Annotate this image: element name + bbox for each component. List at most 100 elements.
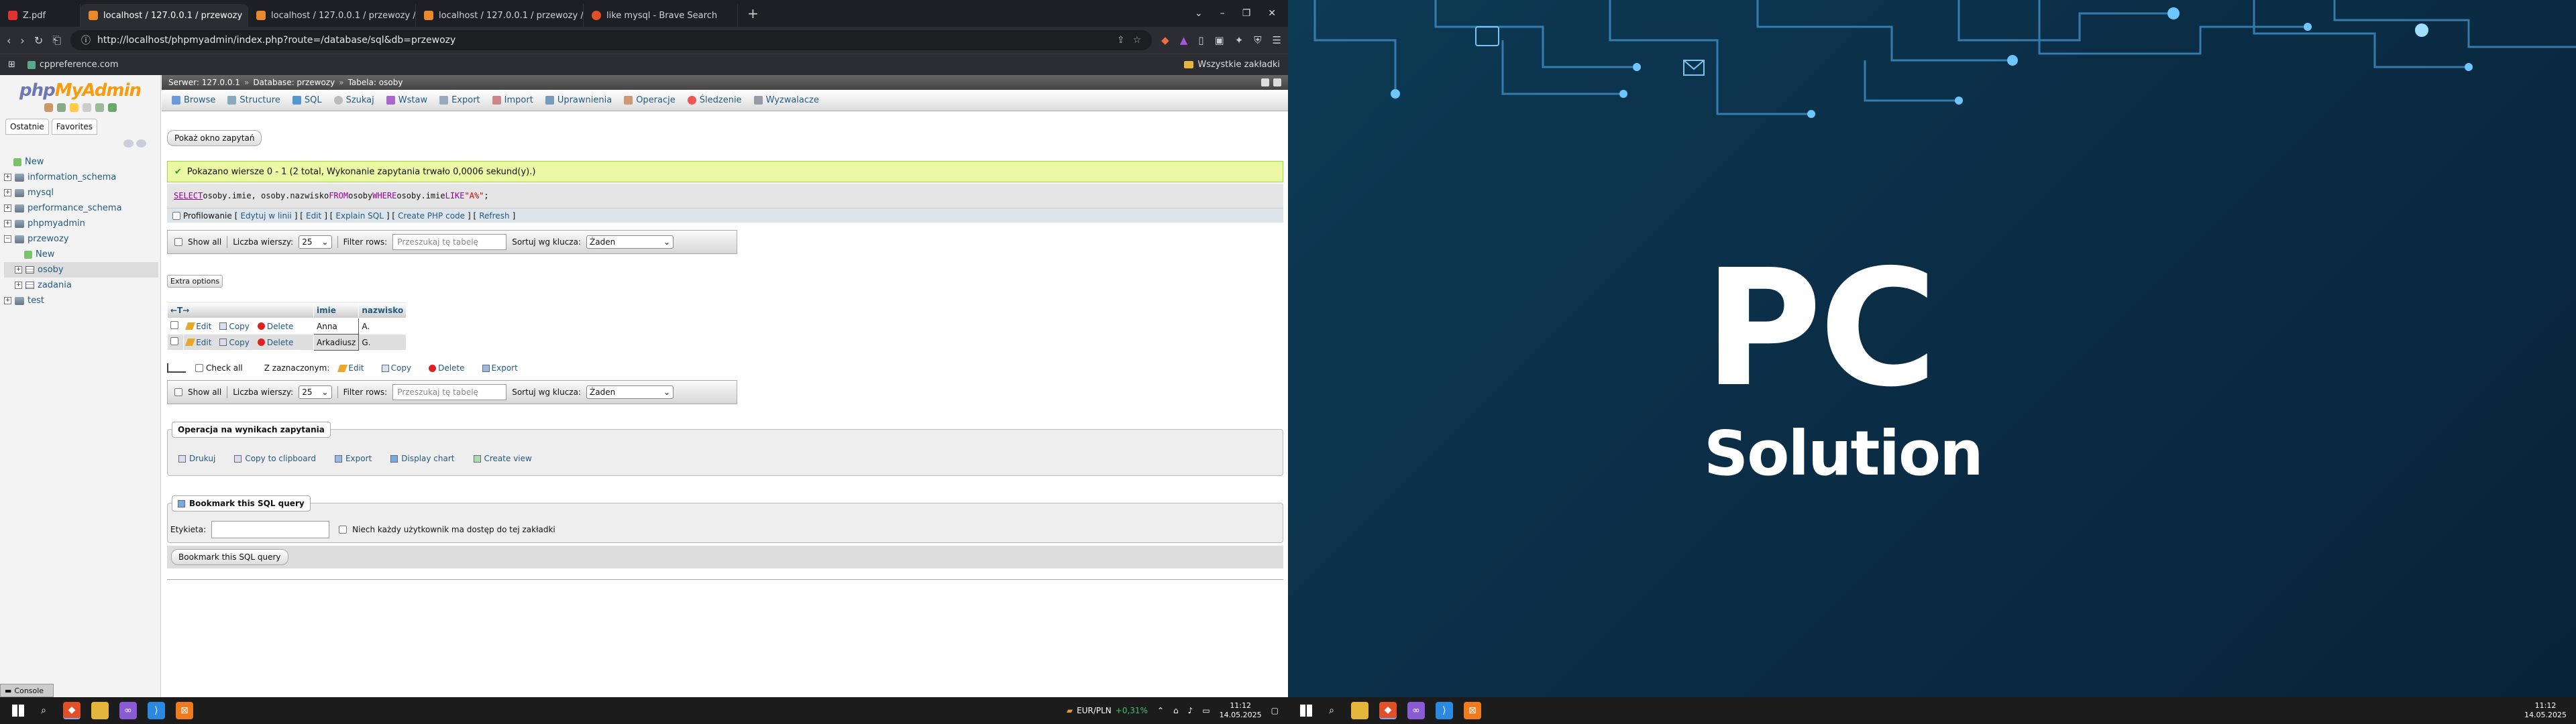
- vscode-icon[interactable]: ⟩: [1436, 702, 1453, 719]
- bookmark-query-button[interactable]: Bookmark this SQL query: [171, 549, 288, 565]
- start-icon[interactable]: [1300, 705, 1312, 717]
- tab-operations[interactable]: Operacje: [618, 90, 682, 111]
- tab-pma-active[interactable]: localhost / 127.0.0.1 / przewozy ✕: [80, 4, 248, 27]
- tab-privileges[interactable]: Uprawnienia: [539, 90, 618, 111]
- edit-inline-link[interactable]: Edytuj w linii: [240, 211, 291, 221]
- currency-widget[interactable]: ▰ EUR/PLN +0,31%: [1067, 706, 1148, 715]
- export-button[interactable]: Export: [334, 454, 372, 463]
- bookmark-cppreference[interactable]: cppreference.com: [27, 60, 119, 70]
- tree-item-phpmyadmin[interactable]: + phpmyadmin: [4, 216, 158, 231]
- breadcrumb-server[interactable]: Serwer: 127.0.0.1: [168, 78, 240, 87]
- column-toggle-header[interactable]: ←T→: [167, 302, 314, 318]
- logout-icon[interactable]: [56, 103, 66, 112]
- cell-nazwisko[interactable]: G.: [358, 334, 407, 351]
- collapse-icon[interactable]: −: [4, 235, 11, 243]
- brave-shield-icon[interactable]: ◆: [1161, 34, 1169, 46]
- wallet-icon[interactable]: ▣: [1215, 34, 1224, 46]
- copy-clipboard-button[interactable]: Copy to clipboard: [234, 454, 316, 463]
- bookmark-everyone-checkbox[interactable]: [339, 526, 347, 534]
- create-view-button[interactable]: Create view: [473, 454, 532, 463]
- expand-icon[interactable]: +: [15, 282, 22, 289]
- expand-icon[interactable]: +: [15, 266, 22, 274]
- link-with-main-icon[interactable]: [136, 139, 146, 147]
- tree-item-test[interactable]: + test: [4, 293, 158, 308]
- profiling-checkbox[interactable]: [172, 211, 180, 220]
- delete-row-button[interactable]: Delete: [257, 322, 293, 331]
- back-icon[interactable]: ‹: [7, 34, 11, 47]
- breadcrumb-table[interactable]: Tabela: osoby: [348, 78, 403, 87]
- tab-favorites[interactable]: Favorites: [51, 119, 98, 135]
- copy-row-button[interactable]: Copy: [219, 322, 250, 331]
- tab-z-pdf[interactable]: Z.pdf: [0, 4, 80, 27]
- edit-link[interactable]: Edit: [306, 211, 321, 221]
- start-icon[interactable]: [12, 705, 24, 717]
- row-checkbox[interactable]: [170, 337, 178, 345]
- taskbar-clock[interactable]: 11:12 14.05.2025: [2524, 701, 2567, 720]
- column-header-imie[interactable]: imie: [313, 302, 360, 318]
- bulk-delete-button[interactable]: Delete: [429, 363, 465, 373]
- battery-icon[interactable]: ▭: [1202, 706, 1210, 715]
- brave-rewards-icon[interactable]: ▲: [1180, 34, 1188, 46]
- phpmyadmin-logo[interactable]: phpMyAdmin: [0, 75, 160, 101]
- expand-icon[interactable]: +: [4, 220, 11, 227]
- delete-row-button[interactable]: Delete: [257, 338, 293, 347]
- bookmark-icon[interactable]: ⎗: [52, 34, 61, 47]
- copy-row-button[interactable]: Copy: [219, 338, 250, 347]
- tab-sql[interactable]: SQL: [286, 90, 328, 111]
- xampp-icon[interactable]: ⊠: [176, 702, 193, 719]
- vpn-icon[interactable]: ⛨: [1254, 34, 1261, 46]
- search-icon[interactable]: ⌕: [1323, 702, 1340, 719]
- reload-icon[interactable]: ↻: [34, 34, 43, 47]
- tab-structure[interactable]: Structure: [221, 90, 286, 111]
- file-explorer-icon[interactable]: [1351, 702, 1368, 719]
- settings-icon[interactable]: [95, 103, 104, 112]
- search-icon[interactable]: ⌕: [35, 702, 52, 719]
- docs-icon[interactable]: [82, 103, 91, 112]
- file-explorer-icon[interactable]: [91, 702, 109, 719]
- close-window-icon[interactable]: ✕: [1268, 8, 1276, 19]
- bulk-edit-button[interactable]: Edit: [337, 363, 364, 373]
- extra-options-button[interactable]: Extra options: [167, 275, 223, 288]
- bulk-copy-button[interactable]: Copy: [381, 363, 411, 373]
- all-bookmarks-folder[interactable]: Wszystkie zakładki: [1184, 60, 1280, 70]
- edit-row-button[interactable]: Edit: [185, 338, 211, 347]
- forward-icon[interactable]: ›: [20, 34, 24, 47]
- taskbar-clock[interactable]: 11:12 14.05.2025: [1220, 701, 1262, 720]
- sidebar-icon[interactable]: ▯: [1198, 34, 1203, 46]
- notifications-icon[interactable]: ▢: [1271, 706, 1279, 715]
- bulk-export-button[interactable]: Export: [482, 363, 518, 373]
- edit-row-button[interactable]: Edit: [185, 322, 211, 331]
- tree-item-zadania[interactable]: + zadania: [4, 278, 158, 293]
- check-all-control[interactable]: Check all: [195, 363, 243, 373]
- tree-item-information-schema[interactable]: + information_schema: [4, 170, 158, 185]
- tree-item-mysql[interactable]: + mysql: [4, 185, 158, 200]
- cell-nazwisko[interactable]: A.: [358, 318, 407, 335]
- show-query-box-button[interactable]: Pokaż okno zapytań: [167, 130, 262, 146]
- minimize-icon[interactable]: –: [1220, 8, 1225, 19]
- volume-icon[interactable]: ♪: [1188, 706, 1193, 715]
- tab-brave-search[interactable]: like mysql - Brave Search: [584, 4, 738, 27]
- network-icon[interactable]: ⌂: [1173, 706, 1179, 715]
- filter-rows-input[interactable]: Przeszukaj tę tabelę: [392, 234, 507, 250]
- bookmark-label-input[interactable]: [211, 521, 330, 538]
- home-icon[interactable]: [44, 103, 53, 112]
- brave-icon[interactable]: ◆: [63, 702, 80, 719]
- show-all-checkbox[interactable]: [174, 388, 182, 396]
- rows-select[interactable]: 25 ⌄: [299, 385, 332, 399]
- tab-insert[interactable]: Wstaw: [380, 90, 433, 111]
- tab-pma-3[interactable]: localhost / 127.0.0.1 / przewozy / o: [416, 4, 584, 27]
- chevron-down-icon[interactable]: ⌄: [1195, 8, 1203, 19]
- bookmark-star-icon[interactable]: ☆: [1133, 35, 1142, 46]
- expand-icon[interactable]: +: [4, 204, 11, 212]
- tab-import[interactable]: Import: [486, 90, 539, 111]
- chevron-up-icon[interactable]: ⌃: [1157, 706, 1164, 715]
- explain-sql-link[interactable]: Explain SQL: [335, 211, 384, 221]
- tab-search[interactable]: Szukaj: [328, 90, 380, 111]
- column-header-nazwisko[interactable]: nazwisko: [358, 302, 407, 318]
- cell-imie[interactable]: Arkadiusz: [313, 334, 360, 351]
- expand-icon[interactable]: +: [4, 297, 11, 304]
- console-toggle[interactable]: ▬ Console: [0, 684, 54, 697]
- tree-item-przewozy[interactable]: − przewozy: [4, 231, 158, 247]
- filter-rows-input[interactable]: Przeszukaj tę tabelę: [392, 384, 507, 400]
- visual-studio-icon[interactable]: ∞: [119, 702, 137, 719]
